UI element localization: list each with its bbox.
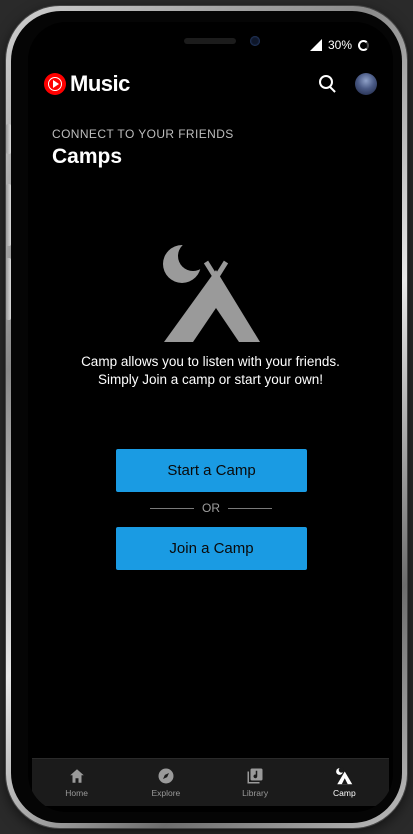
nav-item-explore[interactable]: Explore xyxy=(121,759,210,806)
signal-icon xyxy=(309,39,322,51)
or-label: OR xyxy=(202,501,220,515)
camp-tent-illustration xyxy=(163,242,260,342)
nav-label-explore: Explore xyxy=(151,788,181,798)
home-icon xyxy=(69,769,84,783)
earpiece-speaker xyxy=(184,38,236,44)
bottom-navigation: Home Explore Library Camp xyxy=(32,758,389,806)
youtube-music-logo-icon xyxy=(44,73,66,95)
app-bar: Music xyxy=(44,70,377,98)
battery-percent: 30% xyxy=(327,38,352,52)
front-camera xyxy=(250,36,260,46)
avatar[interactable] xyxy=(355,73,377,95)
nav-label-library: Library xyxy=(242,788,269,798)
compass-icon xyxy=(158,768,174,784)
description-line-2: Simply Join a camp or start your own! xyxy=(97,372,324,387)
or-divider: OR xyxy=(150,501,272,515)
app-brand: Music xyxy=(70,71,130,96)
battery-icon xyxy=(358,39,369,51)
page-title: Camps xyxy=(52,145,123,168)
app-screen: 30% Music CONNECT TO YOUR FRIENDS Camps … xyxy=(28,22,393,812)
nav-item-home[interactable]: Home xyxy=(32,759,121,806)
divider-line-left xyxy=(150,507,194,509)
description-line-1: Camp allows you to listen with your frie… xyxy=(81,354,340,369)
nav-item-camp[interactable]: Camp xyxy=(300,759,389,806)
nav-label-home: Home xyxy=(65,788,88,798)
empty-state-description: Camp allows you to listen with your frie… xyxy=(28,353,393,389)
start-camp-button[interactable]: Start a Camp xyxy=(116,449,307,492)
nav-item-library[interactable]: Library xyxy=(211,759,300,806)
search-icon[interactable] xyxy=(313,70,341,98)
divider-line-right xyxy=(228,507,272,509)
tent-icon xyxy=(336,767,353,785)
status-bar: 30% xyxy=(309,38,369,52)
moon-cutout xyxy=(178,242,208,271)
library-icon xyxy=(247,768,263,784)
page-subtitle: CONNECT TO YOUR FRIENDS xyxy=(52,127,234,141)
join-camp-button[interactable]: Join a Camp xyxy=(116,527,307,570)
nav-label-camp: Camp xyxy=(333,788,356,798)
